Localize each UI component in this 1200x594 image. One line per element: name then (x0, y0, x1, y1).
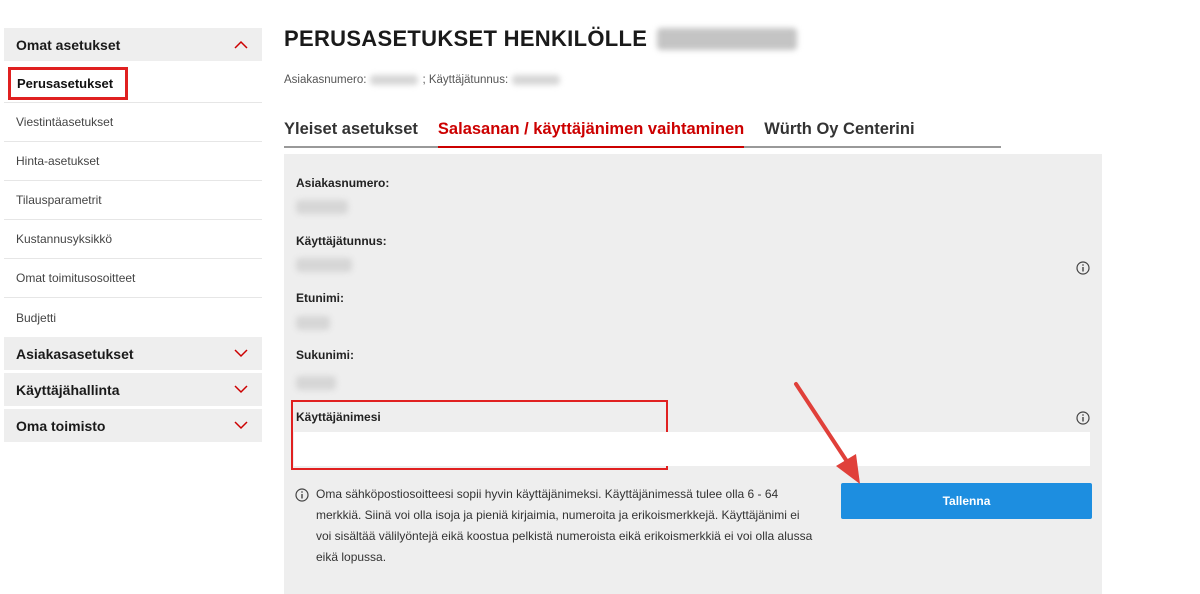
redacted-value (296, 376, 336, 390)
chevron-down-icon (234, 421, 250, 430)
sidebar-item-label: Tilausparametrit (16, 193, 102, 207)
sidebar-group-kayttajahallinta[interactable]: Käyttäjähallinta (4, 373, 262, 409)
page-title-text: PERUSASETUKSET HENKILÖLLE (284, 26, 648, 51)
sidebar: Omat asetukset Perusasetukset Viestintäa… (4, 28, 262, 445)
page-title: PERUSASETUKSET HENKILÖLLE (284, 26, 798, 52)
username-input[interactable] (294, 432, 1090, 466)
redacted-value (296, 200, 348, 214)
chevron-up-icon (234, 40, 250, 49)
account-meta: Asiakasnumero: ; Käyttäjätunnus: (284, 74, 564, 86)
info-icon[interactable] (1076, 411, 1090, 425)
chevron-down-icon (234, 349, 250, 358)
sidebar-group-label: Oma toimisto (16, 417, 106, 434)
sidebar-item-label: Kustannusyksikkö (16, 232, 113, 246)
username-help-text: Oma sähköpostiosoitteesi sopii hyvin käy… (316, 487, 813, 564)
tab-wurth-oy-centerini[interactable]: Würth Oy Centerini (764, 118, 934, 146)
sidebar-item-label: Omat toimitusosoitteet (16, 271, 136, 285)
sidebar-item-label: Viestintäasetukset (16, 115, 114, 129)
annotation-arrow (794, 382, 860, 484)
sidebar-item-viestintaasetukset[interactable]: Viestintäasetukset (4, 103, 262, 142)
sidebar-item-perusasetukset[interactable]: Perusasetukset (4, 64, 262, 103)
field-label-asiakasnumero: Asiakasnumero: (296, 176, 390, 190)
sidebar-group-label: Omat asetukset (16, 36, 121, 53)
sidebar-group-asiakasasetukset[interactable]: Asiakasasetukset (4, 337, 262, 373)
chevron-down-icon (234, 385, 250, 394)
sidebar-item-budjetti[interactable]: Budjetti (4, 298, 262, 337)
customer-number-label: Asiakasnumero: (284, 74, 367, 86)
tab-salasanan-kayttajanimen-vaihtaminen[interactable]: Salasanan / käyttäjänimen vaihtaminen (437, 118, 745, 148)
settings-tabs: Yleiset asetukset Salasanan / käyttäjäni… (284, 118, 1001, 148)
sidebar-group-label: Käyttäjähallinta (16, 381, 120, 398)
sidebar-item-label: Budjetti (16, 310, 57, 325)
redacted-username (512, 75, 561, 85)
field-label-kayttajatunnus: Käyttäjätunnus: (296, 234, 387, 248)
field-label-etunimi: Etunimi: (296, 291, 344, 305)
sidebar-group-oma-toimisto[interactable]: Oma toimisto (4, 409, 262, 445)
username-label: ; Käyttäjätunnus: (422, 74, 509, 86)
sidebar-item-hinta-asetukset[interactable]: Hinta-asetukset (4, 142, 262, 181)
sidebar-item-omat-toimitusosoitteet[interactable]: Omat toimitusosoitteet (4, 259, 262, 298)
redacted-value (296, 258, 352, 272)
sidebar-item-label: Perusasetukset (8, 66, 129, 100)
sidebar-item-tilausparametrit[interactable]: Tilausparametrit (4, 181, 262, 220)
field-label-sukunimi: Sukunimi: (296, 348, 355, 362)
redacted-customer-number (370, 75, 419, 85)
sidebar-item-kustannusyksikko[interactable]: Kustannusyksikkö (4, 220, 262, 259)
redacted-person-name (657, 28, 798, 50)
sidebar-item-label: Hinta-asetukset (16, 154, 100, 168)
username-field-label: Käyttäjänimesi (296, 410, 381, 424)
settings-panel: Asiakasnumero: Käyttäjätunnus: Etunimi: … (284, 154, 1102, 594)
info-icon (295, 488, 309, 502)
redacted-value (296, 316, 330, 330)
sidebar-group-omat-asetukset[interactable]: Omat asetukset (4, 28, 262, 64)
info-icon[interactable] (1076, 261, 1090, 275)
tab-yleiset-asetukset[interactable]: Yleiset asetukset (284, 118, 438, 146)
sidebar-group-label: Asiakasasetukset (16, 345, 134, 362)
